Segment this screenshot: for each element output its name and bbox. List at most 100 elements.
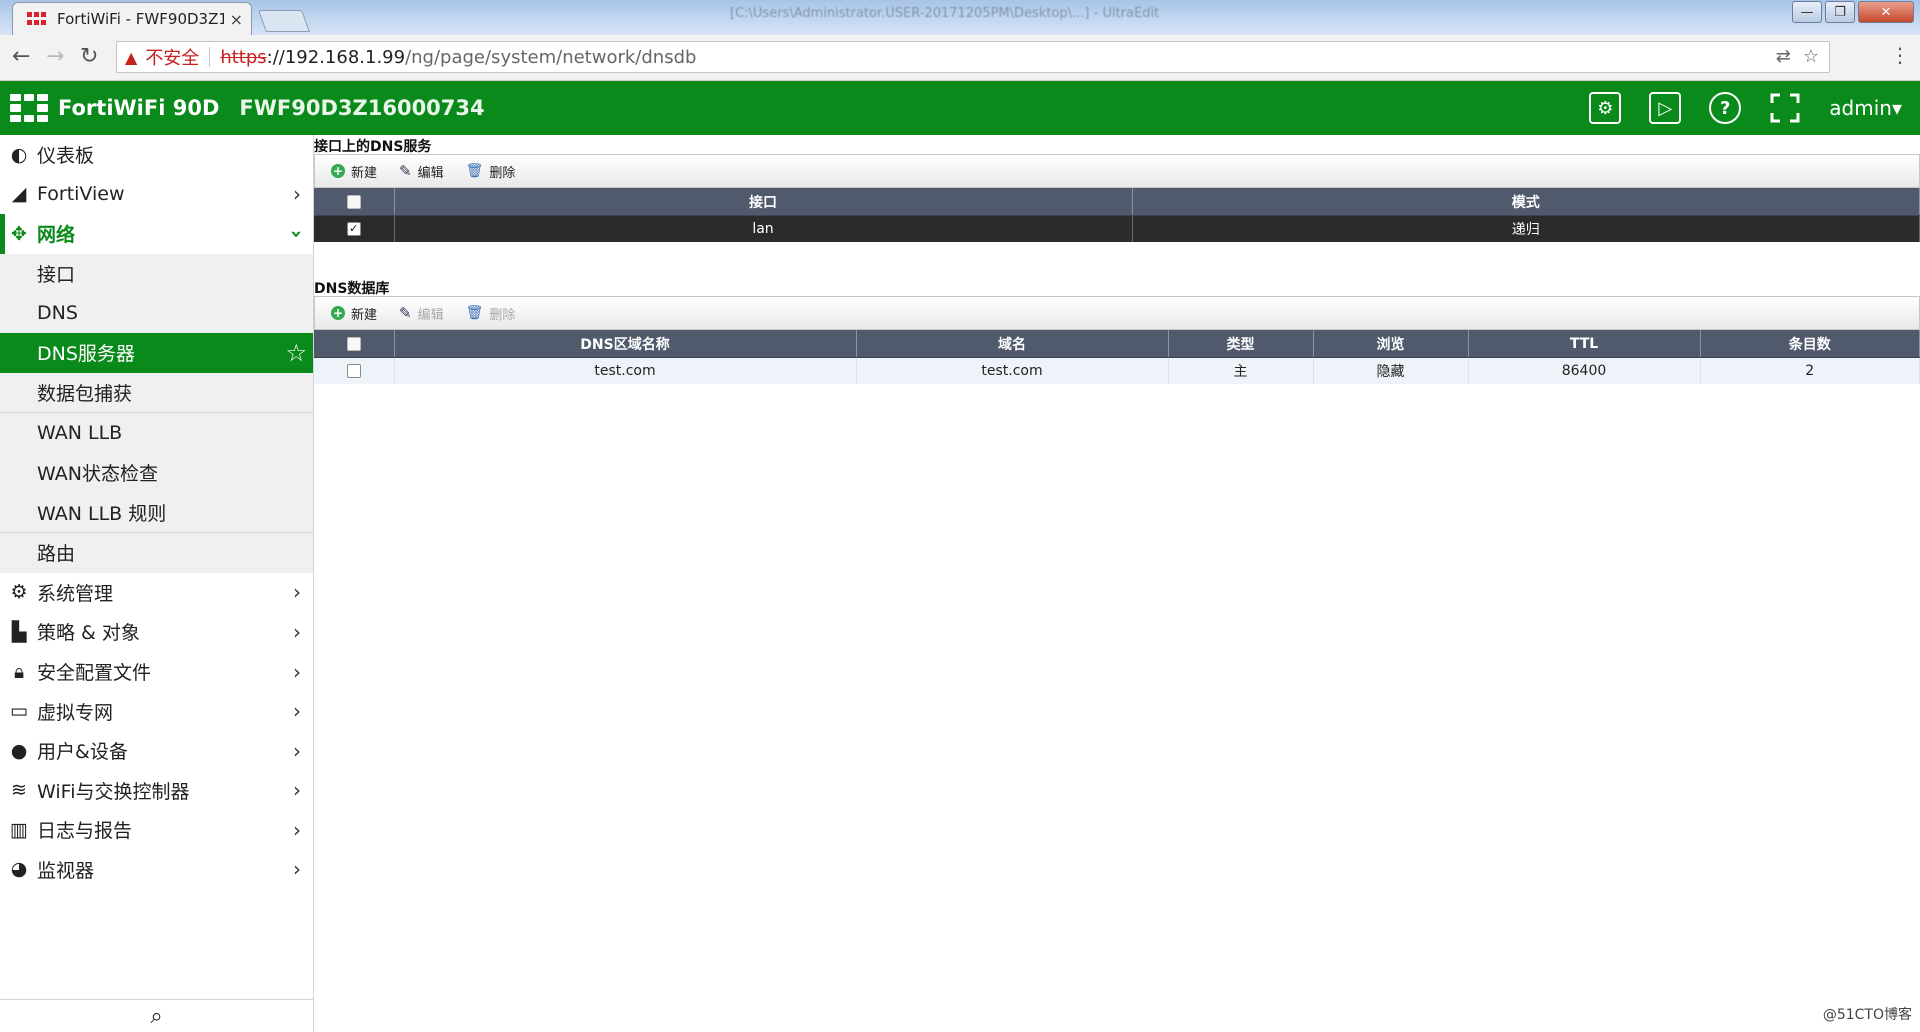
view-cell: 隐藏 — [1313, 357, 1469, 384]
dns-db-edit-button[interactable]: ✎ 编辑 — [399, 304, 444, 323]
sidebar-item-wifi-switch[interactable]: ≋ WiFi与交换控制器 › — [0, 771, 313, 811]
video-play-icon[interactable]: ▷ — [1649, 92, 1682, 124]
sidebar-item-network[interactable]: ✥ 网络 › — [0, 214, 313, 254]
favorite-star-icon[interactable]: ☆ — [285, 339, 307, 367]
dns-service-table: 接口 模式 ✓ lan 递归 — [314, 188, 1920, 242]
row-select-cell[interactable]: ✓ — [314, 215, 395, 242]
sidebar-search-icon[interactable]: ⌕ — [0, 999, 313, 1032]
column-header[interactable]: 类型 — [1168, 330, 1314, 358]
dns-service-edit-button[interactable]: ✎ 编辑 — [399, 162, 444, 181]
column-header[interactable]: 条目数 — [1700, 330, 1920, 358]
sidebar-item-wan-llb[interactable]: WAN LLB — [0, 413, 313, 453]
sidebar-item-label: FortiView — [37, 183, 125, 206]
browser-toolbar: ← → ↻ ▲ 不安全 https ://192.168.1.99 /ng/pa… — [0, 35, 1920, 81]
network-submenu: 接口 DNS DNS服务器 ☆ 数据包捕获 WAN LLB WAN状态检查 WA… — [0, 253, 313, 573]
admin-user-menu[interactable]: admin▾ — [1829, 96, 1902, 120]
edit-label: 编辑 — [417, 307, 444, 323]
back-arrow-icon[interactable]: ← — [12, 44, 30, 69]
gear-icon: ⚙ — [10, 581, 28, 604]
dns-service-delete-button[interactable]: 🗑︎ 删除 — [466, 162, 516, 181]
sidebar-item-policy-objects[interactable]: ▙ 策略 & 对象 › — [0, 612, 313, 652]
select-all-header[interactable] — [314, 330, 395, 358]
chevron-right-icon: › — [293, 182, 301, 207]
sidebar-item-dns[interactable]: DNS — [0, 293, 313, 333]
device-serial: FWF90D3Z16000734 — [239, 96, 485, 120]
sidebar-item-routing[interactable]: 路由 — [0, 533, 313, 573]
row-select-cell[interactable] — [314, 357, 395, 384]
dns-db-table: DNS区域名称 域名 类型 浏览 TTL 条目数 test.com test.c… — [314, 330, 1920, 384]
laptop-icon: ▭ — [10, 700, 28, 723]
move-arrows-icon: ✥ — [11, 222, 27, 245]
sidebar-item-dashboard[interactable]: ◐ 仪表板 — [0, 135, 313, 175]
dashboard-icon: ◐ — [10, 143, 28, 166]
column-header[interactable]: 接口 — [394, 188, 1133, 216]
column-header[interactable]: DNS区域名称 — [394, 330, 857, 358]
chevron-right-icon: › — [293, 778, 301, 803]
chevron-right-icon: › — [293, 817, 301, 842]
forward-arrow-icon[interactable]: → — [46, 44, 64, 69]
browser-tab-active[interactable]: FortiWiFi - FWF90D3Z1 × — [12, 2, 252, 35]
product-name: FortiWiFi 90D — [58, 96, 220, 120]
app-header: FortiWiFi 90D FWF90D3Z16000734 ⚙ ▷ ? adm… — [0, 81, 1920, 135]
dns-db-delete-button[interactable]: 🗑︎ 删除 — [466, 304, 516, 323]
sidebar-item-log-report[interactable]: ▥ 日志与报告 › — [0, 810, 313, 850]
close-window-button[interactable]: ✕ — [1858, 1, 1914, 23]
fortinet-logo-icon — [10, 94, 48, 122]
column-header[interactable]: 浏览 — [1313, 330, 1469, 358]
sidebar-item-label: 系统管理 — [37, 582, 114, 605]
bookmark-star-icon[interactable]: ☆ — [1803, 46, 1819, 67]
maximize-button[interactable]: ❐ — [1825, 1, 1855, 23]
sidebar-item-system[interactable]: ⚙ 系统管理 › — [0, 573, 313, 613]
new-label: 新建 — [351, 165, 378, 181]
settings-gear-icon[interactable]: ⚙ — [1589, 92, 1622, 124]
select-all-checkbox[interactable] — [346, 194, 361, 209]
sidebar-item-wan-llb-rules[interactable]: WAN LLB 规则 — [0, 492, 313, 532]
table-row[interactable]: ✓ lan 递归 — [314, 215, 1920, 242]
row-checkbox[interactable]: ✓ — [346, 222, 361, 236]
ttl-cell: 86400 — [1468, 357, 1701, 384]
browser-menu-icon[interactable]: ⋮ — [1890, 43, 1910, 67]
dns-db-new-button[interactable]: + 新建 — [331, 304, 377, 323]
fortinet-favicon-icon — [27, 12, 47, 26]
sidebar-item-label: 策略 & 对象 — [37, 622, 140, 645]
tab-close-icon[interactable]: × — [230, 10, 243, 29]
chevron-right-icon: › — [293, 699, 301, 724]
column-header[interactable]: TTL — [1468, 330, 1701, 358]
translate-icon[interactable]: ⇄ — [1776, 46, 1791, 67]
main-content: 接口上的DNS服务 + 新建 ✎ 编辑 🗑︎ 删除 接口 模式 ✓ lan 递归… — [314, 135, 1920, 1032]
chevron-right-icon: › — [293, 857, 301, 882]
minimize-button[interactable]: — — [1792, 1, 1822, 23]
sidebar-item-wan-status-check[interactable]: WAN状态检查 — [0, 453, 313, 493]
insecure-label[interactable]: 不安全 — [145, 44, 199, 70]
sidebar-item-label: 网络 — [37, 224, 76, 247]
dns-service-toolbar: + 新建 ✎ 编辑 🗑︎ 删除 — [314, 154, 1920, 188]
reload-icon[interactable]: ↻ — [80, 44, 98, 69]
column-header[interactable]: 模式 — [1132, 188, 1920, 216]
interface-cell: lan — [394, 215, 1133, 242]
sidebar-item-packet-capture[interactable]: 数据包捕获 — [0, 373, 313, 413]
column-header[interactable]: 域名 — [856, 330, 1169, 358]
sidebar-item-monitor[interactable]: ◕ 监视器 › — [0, 850, 313, 890]
new-tab-button[interactable] — [257, 10, 311, 32]
fullscreen-icon[interactable] — [1769, 92, 1801, 124]
add-circle-icon: + — [331, 164, 345, 178]
address-bar[interactable]: ▲ 不安全 https ://192.168.1.99 /ng/page/sys… — [116, 41, 1830, 73]
help-icon[interactable]: ? — [1709, 92, 1742, 124]
mode-cell: 递归 — [1132, 215, 1920, 242]
dns-service-new-button[interactable]: + 新建 — [331, 162, 377, 181]
select-all-checkbox[interactable] — [346, 336, 361, 351]
row-checkbox[interactable] — [346, 364, 361, 378]
chevron-right-icon: › — [293, 659, 301, 684]
table-row[interactable]: test.com test.com 主 隐藏 86400 2 — [314, 357, 1920, 384]
section-title-dns-db: DNS数据库 — [314, 281, 390, 297]
sidebar-item-dns-server[interactable]: DNS服务器 ☆ — [0, 332, 313, 373]
chevron-right-icon: › — [293, 619, 301, 644]
chevron-right-icon: › — [293, 738, 301, 763]
sidebar-item-fortiview[interactable]: ◢ FortiView › — [0, 175, 313, 215]
sidebar-item-security-profiles[interactable]: 🔒︎ 安全配置文件 › — [0, 652, 313, 692]
sidebar-item-vpn[interactable]: ▭ 虚拟专网 › — [0, 691, 313, 731]
trash-icon: 🗑︎ — [465, 305, 484, 321]
select-all-header[interactable] — [314, 188, 395, 216]
sidebar-item-user-device[interactable]: ● 用户&设备 › — [0, 731, 313, 771]
sidebar-item-interfaces[interactable]: 接口 — [0, 254, 313, 294]
